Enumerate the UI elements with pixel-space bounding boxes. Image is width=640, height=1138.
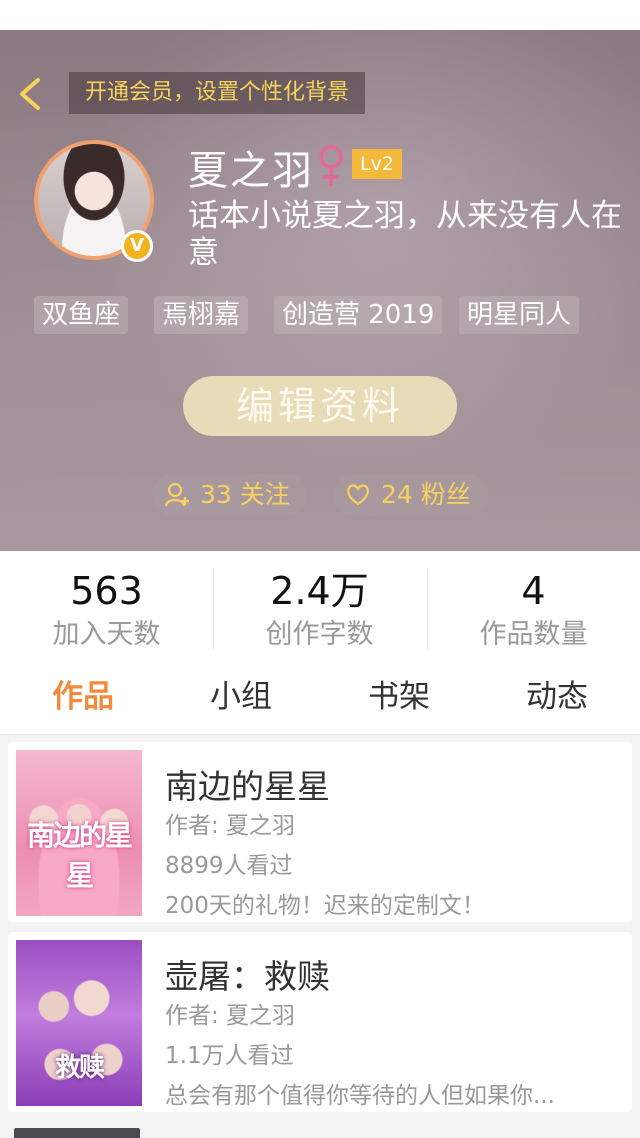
tab-bookshelf[interactable]: 书架 — [368, 675, 430, 719]
stat-value: 4 — [521, 569, 546, 613]
profile-tabs: 作品 小组 书架 动态 — [0, 663, 640, 735]
book-cover: 救赎 — [16, 940, 142, 1106]
profile-header: 开通会员，设置个性化背景 V 夏之羽 Lv2 话本小说夏之羽，从来没有人在意 双… — [0, 30, 640, 551]
stats-bar: 563 加入天数 2.4万 创作字数 4 作品数量 — [0, 551, 640, 663]
book-views: 1.1万人看过 — [165, 1043, 294, 1069]
tag-zodiac[interactable]: 双鱼座 — [34, 296, 129, 334]
stat-label: 创作字数 — [265, 619, 374, 650]
book-author: 作者: 夏之羽 — [165, 1003, 296, 1029]
stat-word-count: 2.4万 创作字数 — [213, 569, 426, 653]
tab-works[interactable]: 作品 — [52, 675, 114, 719]
stat-value: 2.4万 — [270, 569, 369, 613]
female-gender-icon — [319, 145, 343, 186]
edit-profile-button[interactable]: 编辑资料 — [183, 376, 457, 436]
level-badge: Lv2 — [352, 149, 402, 179]
following-count: 33 关注 — [200, 480, 290, 509]
heart-icon — [347, 484, 369, 506]
book-title: 南边的星星 — [165, 767, 330, 806]
book-description: 200天的礼物！迟来的定制文！ — [165, 893, 485, 919]
book-description: 总会有那个值得你等待的人但如果你... — [165, 1083, 555, 1109]
tag-show[interactable]: 创造营 2019 — [274, 296, 443, 334]
fans-count: 24 粉丝 — [381, 480, 471, 509]
status-bar — [0, 0, 640, 30]
stat-works-count: 4 作品数量 — [427, 569, 640, 653]
tab-activity[interactable]: 动态 — [526, 675, 588, 719]
tag-idol[interactable]: 焉栩嘉 — [154, 296, 249, 334]
work-card[interactable]: 南边的星星 南边的星星 作者: 夏之羽 8899人看过 200天的礼物！迟来的定… — [8, 742, 632, 922]
tab-groups[interactable]: 小组 — [210, 675, 272, 719]
tag-genre[interactable]: 明星同人 — [459, 296, 580, 334]
cover-title: 救赎 — [54, 1053, 105, 1083]
stat-label: 作品数量 — [479, 619, 588, 650]
back-button[interactable] — [14, 74, 48, 114]
book-author: 作者: 夏之羽 — [165, 813, 296, 839]
vip-background-banner[interactable]: 开通会员，设置个性化背景 — [69, 72, 366, 114]
stat-value: 563 — [70, 569, 143, 613]
add-user-icon — [164, 482, 189, 507]
book-title: 壶屠：救赎 — [165, 957, 330, 996]
stat-label: 加入天数 — [52, 619, 161, 650]
verified-badge-icon: V — [121, 230, 153, 262]
cover-title: 南边的星星 — [26, 819, 133, 892]
next-work-cover[interactable] — [14, 1128, 140, 1138]
profile-bio: 话本小说夏之羽，从来没有人在意 — [188, 198, 622, 271]
book-views: 8899人看过 — [165, 853, 293, 879]
chevron-left-icon — [20, 78, 40, 110]
username: 夏之羽 — [188, 148, 314, 194]
work-card[interactable]: 救赎 壶屠：救赎 作者: 夏之羽 1.1万人看过 总会有那个值得你等待的人但如果… — [8, 932, 632, 1112]
stat-join-days: 563 加入天数 — [0, 569, 213, 653]
book-cover: 南边的星星 — [16, 750, 142, 916]
fans-button[interactable]: 24 粉丝 — [333, 474, 489, 516]
following-button[interactable]: 33 关注 — [152, 474, 307, 516]
